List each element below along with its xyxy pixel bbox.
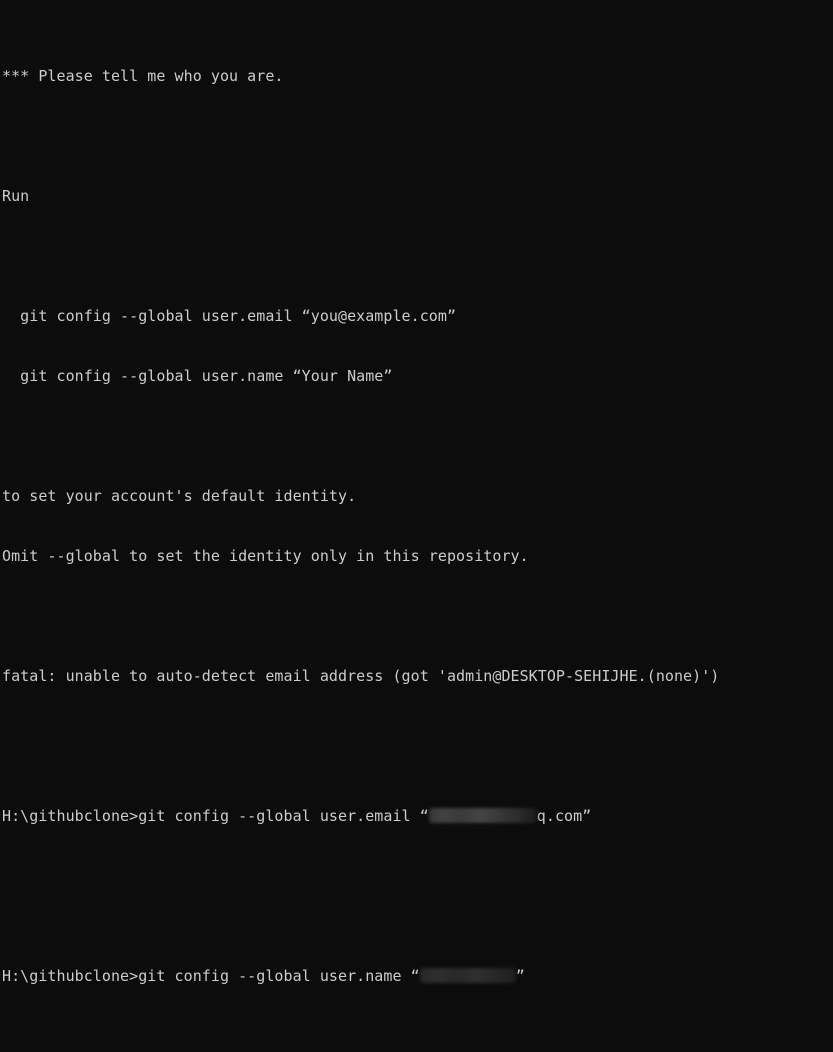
redacted-name-box [419, 968, 516, 983]
terminal-line: git config --global user.email “you@exam… [2, 306, 833, 326]
terminal-line: git config --global user.name “Your Name… [2, 366, 833, 386]
terminal-line-config-name: H:\githubclone>git config --global user.… [2, 966, 833, 986]
hint-omit-global-text: Omit --global to set the identity only i… [2, 547, 529, 565]
terminal-line: to set your account's default identity. [2, 486, 833, 506]
config-email-prefix: H:\githubclone>git config --global user.… [2, 807, 429, 825]
fatal-error-text: fatal: unable to auto-detect email addre… [2, 667, 720, 685]
config-name-suffix: ” [515, 967, 525, 985]
hint-run-text: Run [2, 187, 30, 205]
hint-set-identity-text: to set your account's default identity. [2, 487, 357, 505]
terminal-line: Omit --global to set the identity only i… [2, 546, 833, 566]
terminal-line: *** Please tell me who you are. [2, 66, 833, 86]
hint-cmd-name-text: git config --global user.name “Your Name… [2, 367, 393, 385]
terminal-console[interactable]: *** Please tell me who you are. Run git … [0, 0, 833, 985]
terminal-line-config-email: H:\githubclone>git config --global user.… [2, 806, 833, 826]
hint-header-text: *** Please tell me who you are. [2, 67, 284, 85]
terminal-line: Run [2, 186, 833, 206]
terminal-line: fatal: unable to auto-detect email addre… [2, 666, 833, 686]
hint-cmd-email-text: git config --global user.email “you@exam… [2, 307, 457, 325]
config-email-suffix: q.com” [536, 807, 592, 825]
redacted-email-box [428, 808, 537, 823]
config-name-prefix: H:\githubclone>git config --global user.… [2, 967, 420, 985]
